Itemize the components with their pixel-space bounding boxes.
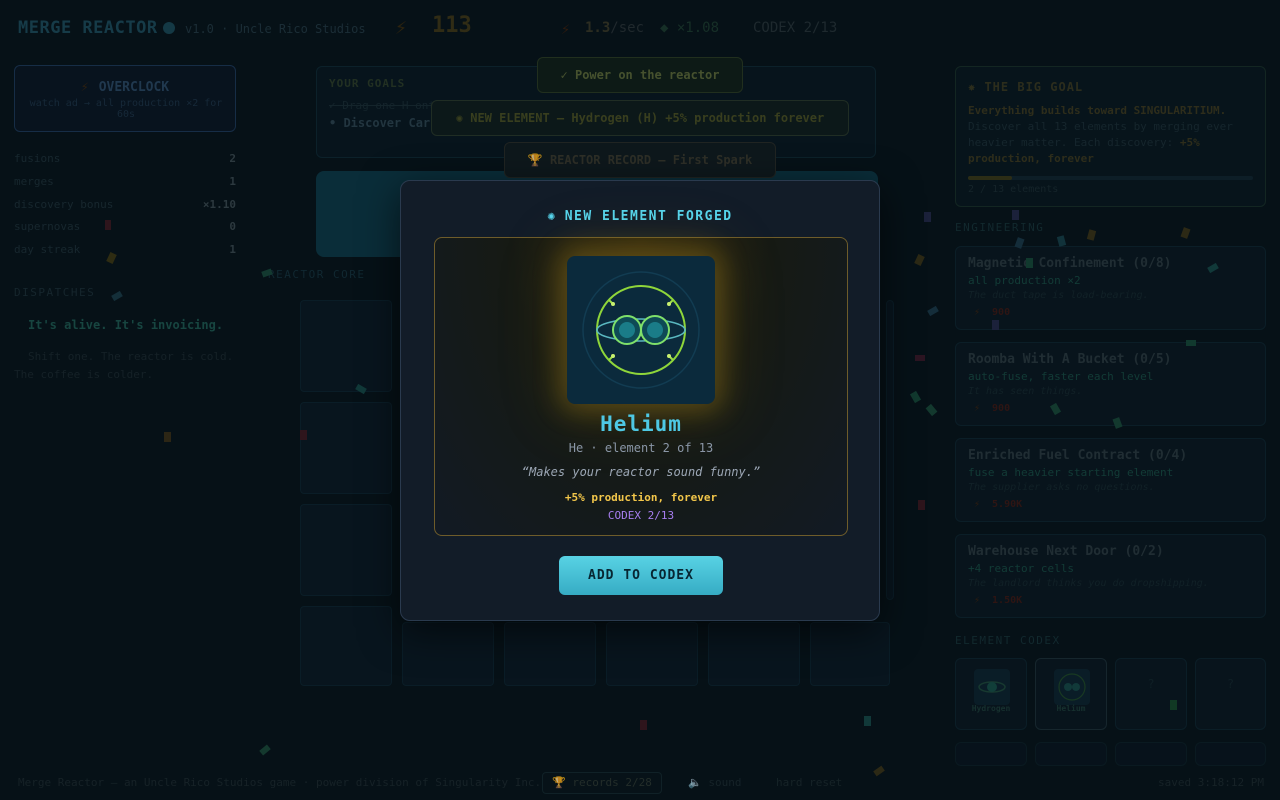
element-card: Helium He · element 2 of 13 “Makes your … <box>434 237 848 536</box>
element-tile <box>567 256 715 404</box>
element-name: Helium <box>600 412 682 436</box>
spark-icon: ✺ <box>547 209 557 224</box>
modal-title: ✺ NEW ELEMENT FORGED <box>401 209 879 224</box>
new-element-modal: ✺ NEW ELEMENT FORGED Helium He · element… <box>400 180 880 621</box>
element-bonus: +5% production, forever <box>564 491 718 504</box>
add-to-codex-button[interactable]: ADD TO CODEX <box>559 556 723 595</box>
helium-atom-icon <box>582 271 700 389</box>
element-subtitle: He · element 2 of 13 <box>568 441 714 455</box>
modal-title-text: NEW ELEMENT FORGED <box>564 209 733 224</box>
element-quote: “Makes your reactor sound funny.” <box>521 465 761 479</box>
element-codex-count: CODEX 2/13 <box>607 509 675 522</box>
